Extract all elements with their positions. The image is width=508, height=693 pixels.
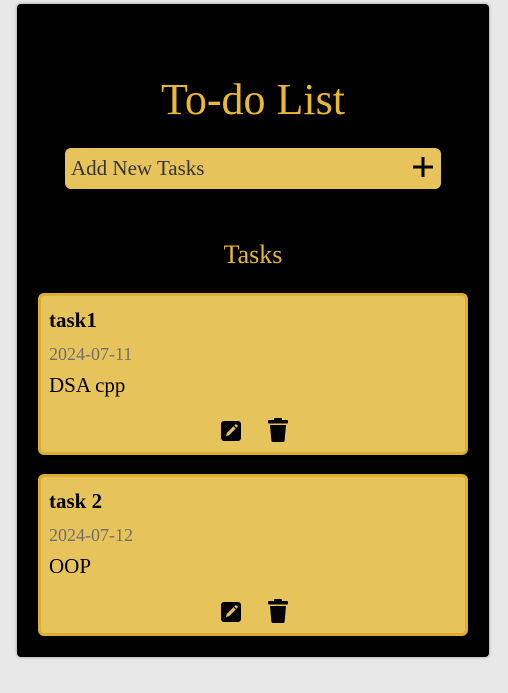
plus-icon[interactable] xyxy=(411,155,435,179)
pencil-square-icon[interactable] xyxy=(220,420,242,442)
task-title: task 2 xyxy=(49,489,103,513)
todo-app-panel: To-do List Add New Tasks Tasks task1 202… xyxy=(17,4,489,657)
task-description: OOP xyxy=(49,554,92,578)
add-task-bar[interactable]: Add New Tasks xyxy=(65,148,441,189)
pencil-square-icon[interactable] xyxy=(220,601,242,623)
add-task-input[interactable]: Add New Tasks xyxy=(71,155,204,181)
task-date: 2024-07-12 xyxy=(49,525,133,545)
task-date: 2024-07-11 xyxy=(49,344,133,364)
task-card: task 2 2024-07-12 OOP xyxy=(38,474,468,636)
task-title: task1 xyxy=(49,308,97,332)
tasks-heading: Tasks xyxy=(223,240,283,269)
trash-icon[interactable] xyxy=(267,418,289,442)
trash-icon[interactable] xyxy=(267,599,289,623)
task-card: task1 2024-07-11 DSA cpp xyxy=(38,293,468,455)
task-description: DSA cpp xyxy=(49,373,126,397)
page-title: To-do List xyxy=(161,75,345,124)
